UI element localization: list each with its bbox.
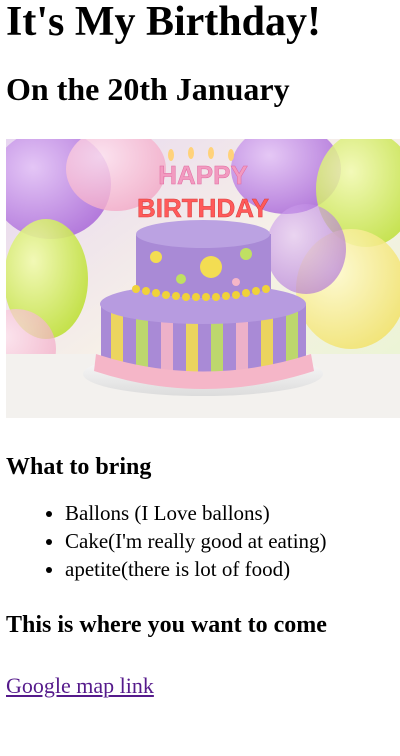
page-body: It's My Birthday! On the 20th January HA… bbox=[0, 0, 400, 699]
list-item: Cake(I'm really good at eating) bbox=[65, 527, 394, 555]
cake-topper-line1: HAPPY bbox=[158, 160, 248, 190]
date-heading: On the 20th January bbox=[6, 71, 290, 107]
page-title: It's My Birthday! bbox=[6, 0, 321, 45]
birthday-cake-image: HAPPY BIRTHDAY bbox=[6, 139, 400, 418]
list-item: Ballons (I Love ballons) bbox=[65, 499, 394, 527]
bring-heading: What to bring bbox=[6, 454, 152, 480]
list-item: apetite(there is lot of food) bbox=[65, 555, 394, 583]
location-heading: This is where you want to come bbox=[6, 612, 327, 638]
bring-list: Ballons (I Love ballons) Cake(I'm really… bbox=[6, 499, 394, 583]
google-map-link[interactable]: Google map link bbox=[6, 673, 154, 699]
cake-topper-line2: BIRTHDAY bbox=[137, 193, 269, 223]
